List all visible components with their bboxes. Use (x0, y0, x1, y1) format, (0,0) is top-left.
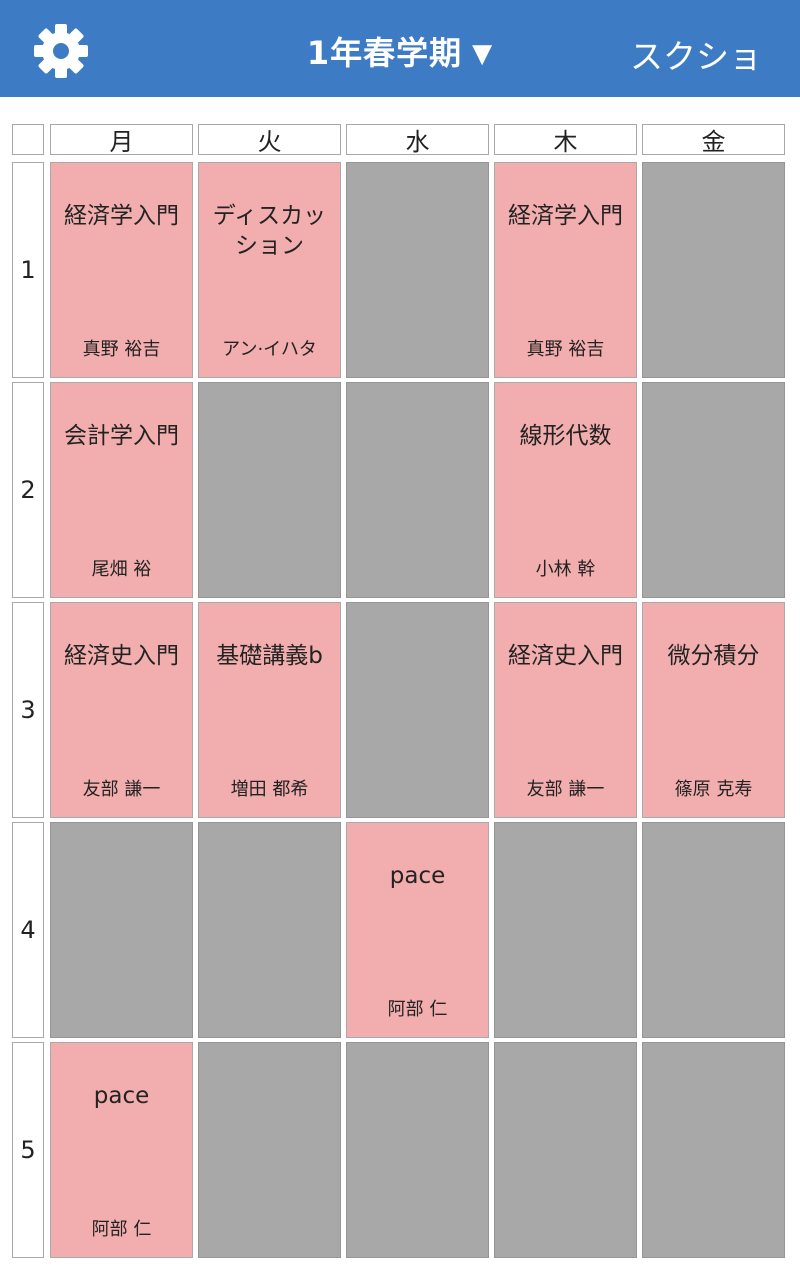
class-cell[interactable]: pace 阿部 仁 (346, 822, 489, 1038)
course-name: 経済史入門 (64, 643, 179, 669)
empty-cell[interactable] (346, 162, 489, 378)
teacher-name: 阿部 仁 (91, 1219, 152, 1240)
teacher-name: 阿部 仁 (387, 999, 448, 1020)
teacher-name: 増田 都希 (230, 779, 309, 800)
teacher-name: アン·イハタ (222, 339, 317, 360)
day-header-thu: 木 (494, 124, 637, 156)
class-cell[interactable]: 線形代数 小林 幹 (494, 382, 637, 598)
day-header-fri: 金 (642, 124, 785, 156)
empty-cell[interactable] (642, 1042, 785, 1258)
empty-cell[interactable] (50, 822, 193, 1038)
course-name: pace (389, 863, 446, 889)
class-cell[interactable]: 微分積分 篠原 克寿 (642, 602, 785, 818)
empty-cell[interactable] (198, 1042, 341, 1258)
empty-cell[interactable] (494, 1042, 637, 1258)
course-name: 会計学入門 (64, 423, 179, 449)
class-cell[interactable]: 経済学入門真野 裕吉 (50, 162, 193, 378)
day-header-mon: 月 (50, 124, 193, 156)
course-name: 線形代数 (519, 423, 612, 449)
course-name: pace (93, 1083, 150, 1109)
period-label-3: 3 (12, 602, 44, 818)
class-cell[interactable]: 経済史入門友部 謙一 (50, 602, 193, 818)
day-header-wed: 水 (346, 124, 489, 156)
teacher-name: 真野 裕吉 (82, 339, 161, 360)
empty-cell[interactable] (642, 382, 785, 598)
teacher-name: 尾畑 裕 (91, 559, 152, 580)
teacher-name: 小林 幹 (535, 559, 596, 580)
empty-cell[interactable] (346, 1042, 489, 1258)
empty-cell[interactable] (346, 382, 489, 598)
empty-cell[interactable] (494, 822, 637, 1038)
corner-cell (12, 124, 44, 155)
class-cell[interactable]: pace 阿部 仁 (50, 1042, 193, 1258)
period-label-2: 2 (12, 382, 44, 598)
course-name: 経済史入門 (508, 643, 623, 669)
class-cell[interactable]: 経済史入門友部 謙一 (494, 602, 637, 818)
empty-cell[interactable] (198, 382, 341, 598)
teacher-name: 友部 謙一 (82, 779, 161, 800)
empty-cell[interactable] (346, 602, 489, 818)
timetable-grid: 月火水木金 1 経済学入門 真野 裕吉 ディスカッション アン·イハタ 経済学入門 真野 裕吉… (0, 0, 800, 1273)
class-cell[interactable]: 基礎講義b 増田 都希 (198, 602, 341, 818)
empty-cell[interactable] (642, 822, 785, 1038)
empty-cell[interactable] (642, 162, 785, 378)
empty-cell[interactable] (198, 822, 341, 1038)
course-name: 経済学入門 (508, 203, 623, 229)
teacher-name: 真野 裕吉 (526, 339, 605, 360)
teacher-name: 篠原 克寿 (674, 779, 753, 800)
class-cell[interactable]: ディスカッションアン·イハタ (198, 162, 341, 378)
period-label-1: 1 (12, 162, 44, 378)
class-cell[interactable]: 経済学入門真野 裕吉 (494, 162, 637, 378)
course-name: 経済学入門 (64, 203, 179, 229)
period-label-4: 4 (12, 822, 44, 1038)
course-name: 基礎講義b (216, 643, 323, 669)
course-name: ディスカッション (212, 203, 327, 259)
class-cell[interactable]: 会計学入門 尾畑 裕 (50, 382, 193, 598)
course-name: 微分積分 (667, 643, 760, 669)
day-header-tue: 火 (198, 124, 341, 156)
teacher-name: 友部 謙一 (526, 779, 605, 800)
period-label-5: 5 (12, 1042, 44, 1258)
